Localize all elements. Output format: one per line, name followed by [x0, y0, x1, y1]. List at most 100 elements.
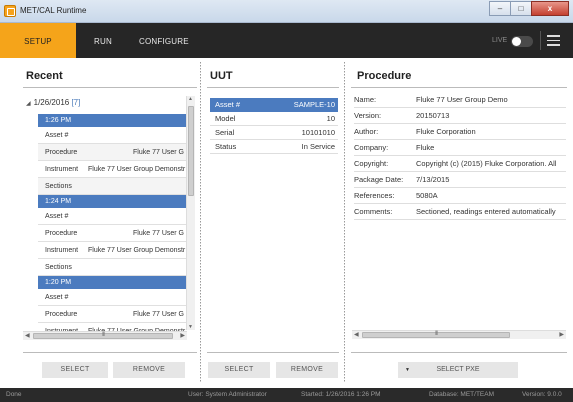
uut-asset-value: SAMPLE-10	[293, 100, 335, 109]
recent-entry-asset[interactable]: Asset #	[38, 208, 186, 225]
procedure-author-label: Author:	[354, 127, 379, 136]
sections-label: Sections	[45, 264, 72, 271]
panel-separator[interactable]	[344, 62, 346, 382]
nav-divider	[540, 31, 541, 50]
sections-label: Sections	[45, 183, 72, 190]
uut-bottom-rule	[207, 352, 339, 353]
uut-select-button[interactable]: SELECT	[208, 362, 270, 378]
recent-select-button[interactable]: SELECT	[42, 362, 108, 378]
recent-entries-list: 1:26 PM Asset # Procedure Fluke 77 User G…	[38, 114, 186, 340]
uut-status-value: In Service	[301, 142, 335, 151]
recent-entry-header[interactable]: 1:24 PM	[38, 195, 186, 208]
procedure-name-value: Fluke 77 User Group Demo	[416, 95, 508, 104]
procedure-label: Procedure	[45, 311, 78, 318]
uut-details-table: Asset # SAMPLE-10 Model 10 Serial 10101010 …	[210, 98, 338, 154]
app-icon	[4, 5, 16, 17]
scroll-left-arrow-icon[interactable]: ◀	[354, 331, 359, 339]
procedure-package-date-label: Package Date:	[354, 175, 404, 184]
recent-group-count: [7]	[71, 98, 81, 107]
instrument-label: Instrument	[45, 166, 79, 173]
procedure-comments-value: Sectioned, readings entered automaticall…	[416, 207, 556, 216]
instrument-value: Fluke 77 User Group Demonstr	[88, 166, 186, 173]
procedure-details-table: Name: Fluke 77 User Group Demo Version: 20…	[354, 92, 566, 220]
recent-group-date: 1/26/2016	[33, 98, 70, 107]
uut-asset-label: Asset #	[215, 100, 241, 109]
tab-setup[interactable]: SETUP	[0, 23, 76, 58]
scroll-right-arrow-icon[interactable]: ▶	[180, 332, 185, 340]
window-titlebar: MET/CAL Runtime – □ x	[0, 0, 573, 23]
procedure-row-version: Version: 20150713	[354, 108, 566, 124]
hamburger-menu-icon[interactable]	[547, 35, 560, 46]
scroll-up-arrow-icon[interactable]: ▲	[188, 96, 193, 102]
recent-entry-procedure[interactable]: Procedure Fluke 77 User G	[38, 306, 186, 323]
recent-entry-instrument[interactable]: Instrument Fluke 77 User Group Demonstr	[38, 161, 186, 178]
recent-vscroll-thumb[interactable]	[188, 106, 194, 196]
main-navbar: SETUP RUN CONFIGURE LIVE	[0, 23, 573, 58]
status-user: User: System Administrator	[188, 391, 267, 398]
panel-separator[interactable]	[200, 62, 202, 382]
status-state: Done	[6, 391, 22, 398]
recent-entry-instrument[interactable]: Instrument Fluke 77 User Group Demonstr	[38, 242, 186, 259]
recent-entry-asset[interactable]: Asset #	[38, 289, 186, 306]
instrument-label: Instrument	[45, 247, 79, 254]
recent-group-header[interactable]: ◢ 1/26/2016 [7]	[26, 98, 80, 107]
select-pxe-label: SELECT PXE	[436, 366, 480, 373]
procedure-references-label: References:	[354, 191, 395, 200]
recent-remove-button[interactable]: REMOVE	[113, 362, 185, 378]
scroll-right-arrow-icon[interactable]: ▶	[559, 331, 564, 339]
recent-entry-header[interactable]: 1:26 PM	[38, 114, 186, 127]
asset-label: Asset #	[45, 213, 69, 220]
instrument-value: Fluke 77 User Group Demonstr	[88, 247, 186, 254]
select-pxe-button[interactable]: ▼ SELECT PXE	[398, 362, 518, 378]
procedure-hscroll-thumb[interactable]: III	[362, 331, 510, 338]
status-started: Started: 1/26/2016 1:26 PM	[301, 391, 381, 398]
procedure-title: Procedure	[357, 70, 412, 82]
maximize-button[interactable]: □	[510, 1, 532, 16]
procedure-name-label: Name:	[354, 95, 377, 104]
recent-entry-sections[interactable]: Sections	[38, 178, 186, 195]
uut-model-label: Model	[215, 114, 236, 123]
procedure-row-copyright: Copyright: Copyright (c) (2015) Fluke Cor…	[354, 156, 566, 172]
procedure-comments-label: Comments:	[354, 207, 393, 216]
uut-title: UUT	[210, 70, 233, 82]
uut-row-asset[interactable]: Asset # SAMPLE-10	[210, 98, 338, 112]
recent-entry-header[interactable]: 1:20 PM	[38, 276, 186, 289]
uut-remove-button[interactable]: REMOVE	[276, 362, 338, 378]
asset-label: Asset #	[45, 132, 69, 139]
live-label: LIVE	[492, 37, 508, 44]
collapse-triangle-icon[interactable]: ◢	[26, 101, 31, 107]
scroll-down-arrow-icon[interactable]: ▼	[188, 324, 193, 330]
procedure-row-author: Author: Fluke Corporation	[354, 124, 566, 140]
procedure-package-date-value: 7/13/2015	[416, 175, 450, 184]
procedure-bottom-rule	[351, 352, 567, 353]
status-bar: Done User: System Administrator Started:…	[0, 388, 573, 402]
procedure-horizontal-scrollbar[interactable]: ◀ III ▶	[352, 330, 566, 339]
recent-hscroll-thumb[interactable]: III	[33, 332, 173, 339]
recent-entry-procedure[interactable]: Procedure Fluke 77 User G	[38, 144, 186, 161]
uut-serial-value: 10101010	[301, 128, 335, 137]
scroll-left-arrow-icon[interactable]: ◀	[25, 332, 30, 340]
procedure-copyright-label: Copyright:	[354, 159, 389, 168]
recent-vertical-scrollbar[interactable]: ▲ ▼	[186, 96, 195, 330]
tab-configure[interactable]: CONFIGURE	[139, 23, 189, 58]
procedure-value: Fluke 77 User G	[133, 230, 184, 237]
close-button[interactable]: x	[531, 1, 569, 16]
uut-title-rule	[207, 87, 339, 88]
uut-row-status[interactable]: Status In Service	[210, 140, 338, 154]
procedure-row-company: Company: Fluke	[354, 140, 566, 156]
status-database: Database: MET/TEAM	[429, 391, 495, 398]
recent-entry-procedure[interactable]: Procedure Fluke 77 User G	[38, 225, 186, 242]
minimize-button[interactable]: –	[489, 1, 511, 16]
procedure-label: Procedure	[45, 149, 78, 156]
uut-row-model[interactable]: Model 10	[210, 112, 338, 126]
status-version: Version: 9.0.0	[522, 391, 562, 398]
procedure-row-package-date: Package Date: 7/13/2015	[354, 172, 566, 188]
recent-horizontal-scrollbar[interactable]: ◀ III ▶	[23, 331, 187, 340]
recent-entry-sections[interactable]: Sections	[38, 259, 186, 276]
uut-status-label: Status	[215, 142, 237, 151]
uut-row-serial[interactable]: Serial 10101010	[210, 126, 338, 140]
procedure-value: Fluke 77 User G	[133, 149, 184, 156]
recent-entry-asset[interactable]: Asset #	[38, 127, 186, 144]
live-toggle[interactable]	[511, 36, 533, 47]
tab-run[interactable]: RUN	[94, 23, 112, 58]
